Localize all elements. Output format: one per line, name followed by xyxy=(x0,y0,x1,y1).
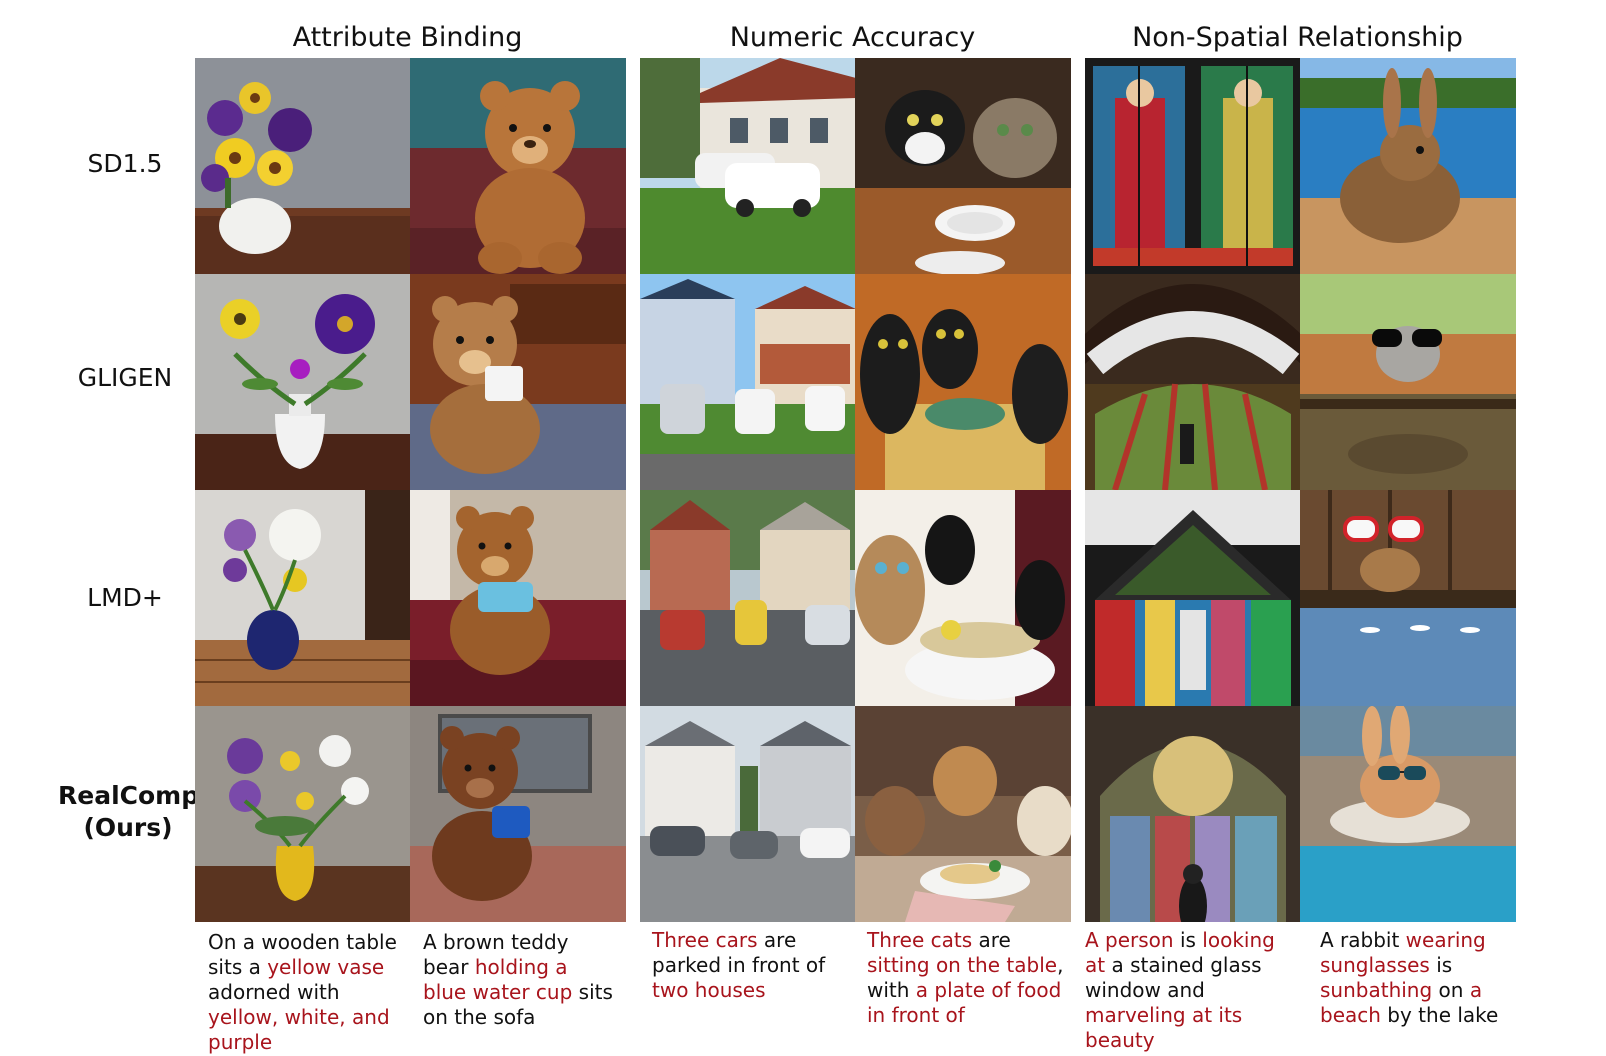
image-realcompo-attribute-teddy xyxy=(410,706,626,922)
image-sd15-relation-rabbit xyxy=(1300,58,1516,274)
caption-highlight: yellow, white, and purple xyxy=(208,1005,390,1054)
image-lmd-relation-stained-glass xyxy=(1085,490,1301,706)
image-gligen-numeric-cars xyxy=(640,274,856,490)
row-label-lmd: LMD+ xyxy=(87,583,163,612)
image-realcompo-numeric-cats xyxy=(855,706,1071,922)
caption-numeric-cars: Three cars are parked in front of two ho… xyxy=(652,928,847,1003)
image-realcompo-relation-rabbit xyxy=(1300,706,1516,922)
caption-attribute-flowers: On a wooden table sits a yellow vase ado… xyxy=(208,930,413,1055)
image-sd15-numeric-cats xyxy=(855,58,1071,274)
row-label-sd15: SD1.5 xyxy=(87,149,163,178)
image-realcompo-relation-stained-glass xyxy=(1085,706,1301,922)
image-sd15-relation-stained-glass xyxy=(1085,58,1301,274)
caption-numeric-cats: Three cats are sitting on the table, wit… xyxy=(867,928,1067,1028)
caption-relation-stained-glass: A person is looking at a stained glass w… xyxy=(1085,928,1300,1053)
column-header-non-spatial-relationship: Non-Spatial Relationship xyxy=(1132,22,1463,53)
caption-highlight: sitting on the table xyxy=(867,953,1058,977)
caption-highlight: sunbathing xyxy=(1320,978,1433,1002)
caption-segment: are xyxy=(972,928,1011,952)
row-label-realcompo-line2: (Ours) xyxy=(83,813,173,842)
column-header-attribute-binding: Attribute Binding xyxy=(292,22,523,53)
image-gligen-numeric-cats xyxy=(855,274,1071,490)
image-lmd-numeric-cats xyxy=(855,490,1071,706)
image-sd15-attribute-flowers xyxy=(195,58,411,274)
caption-segment: A rabbit xyxy=(1320,928,1406,952)
caption-highlight: two houses xyxy=(652,978,766,1002)
caption-segment: is xyxy=(1429,953,1453,977)
row-label-realcompo: RealCompo (Ours) xyxy=(58,780,217,844)
image-gligen-relation-rabbit xyxy=(1300,274,1516,490)
row-label-realcompo-line1: RealCompo xyxy=(58,781,217,810)
image-gligen-relation-stained-glass xyxy=(1085,274,1301,490)
image-realcompo-attribute-flowers xyxy=(195,706,411,922)
image-lmd-numeric-cars xyxy=(640,490,856,706)
image-realcompo-numeric-cars xyxy=(640,706,856,922)
caption-highlight: A person xyxy=(1085,928,1174,952)
caption-attribute-teddy: A brown teddy bear holding a blue water … xyxy=(423,930,613,1030)
caption-segment: a stained glass window and xyxy=(1085,953,1262,1002)
caption-highlight: Three cats xyxy=(867,928,973,952)
image-sd15-attribute-teddy xyxy=(410,58,626,274)
column-header-numeric-accuracy: Numeric Accuracy xyxy=(729,22,976,53)
caption-segment: on xyxy=(1432,978,1470,1002)
caption-relation-rabbit: A rabbit wearing sunglasses is sunbathin… xyxy=(1320,928,1500,1028)
image-sd15-numeric-cars xyxy=(640,58,856,274)
caption-segment: is xyxy=(1173,928,1203,952)
image-lmd-attribute-teddy xyxy=(410,490,626,706)
image-lmd-attribute-flowers xyxy=(195,490,411,706)
image-gligen-attribute-flowers xyxy=(195,274,411,490)
caption-highlight: Three cars xyxy=(652,928,758,952)
caption-segment: adorned with xyxy=(208,980,340,1004)
caption-highlight: marveling at its beauty xyxy=(1085,1003,1243,1052)
caption-highlight: yellow vase xyxy=(267,955,385,979)
image-lmd-relation-rabbit xyxy=(1300,490,1516,706)
row-label-gligen: GLIGEN xyxy=(77,363,173,392)
caption-segment: by the lake xyxy=(1380,1003,1499,1027)
image-gligen-attribute-teddy xyxy=(410,274,626,490)
